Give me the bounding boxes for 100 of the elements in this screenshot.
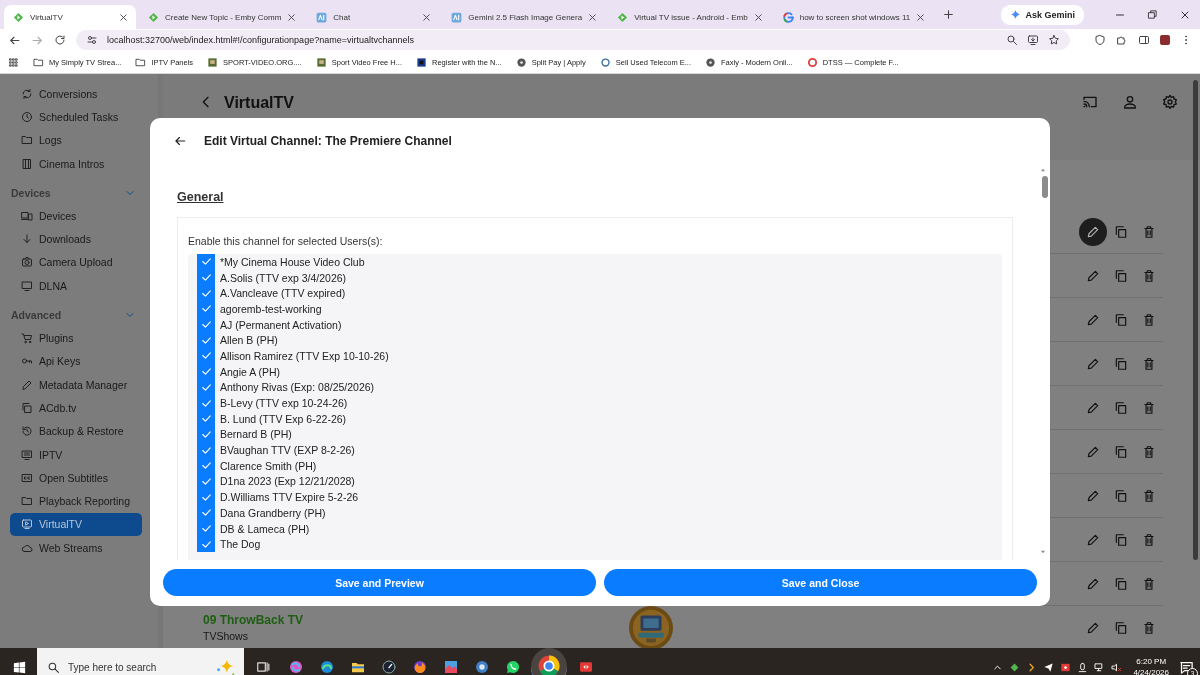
browser-tab[interactable]: VirtualTV	[4, 5, 136, 29]
browser-tab[interactable]: Gemini 2.5 Flash Image Genera	[442, 5, 606, 29]
clock-time[interactable]: 6:20 PM	[1133, 656, 1169, 667]
notification-icon[interactable]	[1179, 659, 1194, 675]
side-panel-icon[interactable]	[1138, 34, 1150, 46]
pencil-icon	[1086, 576, 1100, 591]
copy-icon	[21, 401, 33, 414]
new-tab-icon[interactable]	[942, 8, 956, 21]
section-header: Advanced	[11, 308, 63, 321]
trash-icon	[1142, 444, 1156, 459]
task-view-icon[interactable]	[256, 660, 270, 674]
user-name: Anthony Rivas (Exp: 08/25/2026)	[220, 381, 375, 394]
wave-icon[interactable]	[318, 659, 335, 675]
restore-icon[interactable]	[1147, 9, 1158, 20]
browser-tab[interactable]: Chat	[307, 5, 440, 29]
shield-icon[interactable]	[1094, 34, 1106, 46]
sidebar-item[interactable]: IPTV	[10, 442, 142, 467]
sidebar-item[interactable]: Playback Reporting	[10, 489, 142, 513]
reload-icon[interactable]	[54, 34, 66, 46]
sidebar-item[interactable]: Open Subtitles	[10, 466, 142, 490]
address-bar[interactable]: localhost:32700/web/index.html#!/configurationpage?name=virtualtvchannels	[76, 30, 1070, 50]
user-icon[interactable]	[1122, 94, 1138, 110]
sidebar-item[interactable]: DLNA	[10, 274, 142, 298]
sidebar-item[interactable]: Devices	[10, 204, 142, 228]
copy-icon	[1114, 312, 1128, 327]
browser-tab[interactable]: how to screen shot windows 11	[773, 5, 934, 29]
sidebar-item[interactable]: ACdb.tv	[10, 396, 142, 420]
save-button[interactable]: Save and Close	[604, 569, 1037, 596]
zoom-icon[interactable]	[1006, 34, 1018, 46]
close-icon[interactable]	[286, 11, 298, 23]
sidebar-item[interactable]: Logs	[10, 128, 142, 152]
close-icon[interactable]	[421, 11, 433, 23]
tab-title: VirtualTV	[30, 12, 64, 22]
record-icon[interactable]	[1060, 661, 1072, 673]
back-arrow-icon[interactable]	[173, 134, 187, 148]
sidebar-item[interactable]: Downloads	[10, 227, 142, 251]
edit-button[interactable]	[1079, 217, 1107, 246]
browser-tab[interactable]: Create New Topic - Emby Comm	[139, 5, 305, 29]
trash-icon	[1142, 224, 1156, 239]
scroll-down-icon[interactable]	[1039, 548, 1047, 556]
save-button[interactable]: Save and Preview	[163, 569, 596, 596]
page-title: VirtualTV	[224, 94, 294, 112]
user-name: The Dog	[220, 538, 261, 551]
webcam-icon[interactable]	[1077, 661, 1089, 673]
checkbox[interactable]	[197, 254, 215, 270]
user-name: Allen B (PH)	[220, 334, 278, 347]
close-icon[interactable]	[587, 11, 599, 23]
clock-date[interactable]: 4/24/2026	[1133, 667, 1169, 675]
close-icon[interactable]	[752, 11, 764, 23]
trash-icon	[1142, 620, 1156, 635]
copy-icon	[1114, 576, 1128, 591]
profile-avatar[interactable]	[1160, 35, 1170, 45]
sidebar-item[interactable]: Conversions	[10, 82, 142, 106]
circle-app-icon[interactable]	[473, 659, 490, 675]
sidebar-item[interactable]: Api Keys	[10, 349, 142, 373]
monitor-icon	[21, 448, 33, 461]
star-icon[interactable]	[1048, 34, 1060, 46]
ring-icon	[781, 10, 795, 24]
scroll-up-icon[interactable]	[1039, 166, 1047, 174]
sidebar-item[interactable]: Web Streams	[10, 536, 142, 560]
paper-plane-icon[interactable]	[1043, 661, 1055, 673]
close-icon[interactable]	[118, 11, 129, 23]
ask-button[interactable]: Ask Gemini	[1001, 4, 1084, 25]
record-app-icon[interactable]	[577, 659, 594, 675]
gauge-icon[interactable]	[380, 659, 397, 675]
cast-icon[interactable]	[1082, 94, 1098, 110]
ring-app-icon[interactable]	[531, 648, 567, 675]
clock-icon	[21, 110, 33, 123]
user-name: Clarence Smith (PH)	[220, 459, 317, 472]
scrollbar-thumb[interactable]	[1193, 80, 1198, 560]
speaker-muted-icon[interactable]	[1111, 661, 1123, 673]
sidebar-item[interactable]: Backup & Restore	[10, 419, 142, 443]
user-name: Dana Grandberry (PH)	[220, 506, 326, 519]
search-field[interactable]: Type here to search	[37, 648, 244, 675]
pencil-icon	[1086, 444, 1100, 459]
browser-tab[interactable]: Virtual TV issue - Android - Emb	[608, 5, 771, 29]
play-icon	[21, 518, 33, 531]
swirl-icon[interactable]	[287, 659, 304, 675]
search-icon	[47, 660, 60, 674]
chat-bubble-icon[interactable]	[504, 659, 521, 675]
install-icon[interactable]	[1027, 34, 1039, 46]
settings-icon[interactable]	[1162, 94, 1178, 110]
square-icon	[416, 56, 428, 68]
photo-app-icon[interactable]	[442, 659, 459, 675]
tab-title: Virtual TV issue - Android - Emb	[634, 12, 748, 22]
sidebar-item[interactable]: Plugins	[10, 326, 142, 350]
extensions-icon[interactable]	[1116, 34, 1128, 46]
checkbox[interactable]	[197, 536, 215, 553]
windows-icon[interactable]	[12, 659, 27, 675]
pencil-icon	[1086, 268, 1100, 283]
search-input[interactable]: Type here to search	[68, 661, 206, 673]
sidebar-item[interactable]: Camera Upload	[10, 250, 142, 275]
close-icon[interactable]	[915, 11, 927, 23]
scrollbar-thumb[interactable]	[1042, 176, 1048, 198]
sidebar-item[interactable]: Cinema Intros	[10, 151, 142, 176]
apps-grid-icon[interactable]	[8, 56, 19, 68]
copy-icon	[1114, 224, 1128, 239]
sidebar-item[interactable]: Scheduled Tasks	[10, 105, 142, 129]
sidebar-item[interactable]: VirtualTV	[10, 512, 142, 537]
sidebar-item[interactable]: Metadata Manager	[10, 372, 142, 397]
